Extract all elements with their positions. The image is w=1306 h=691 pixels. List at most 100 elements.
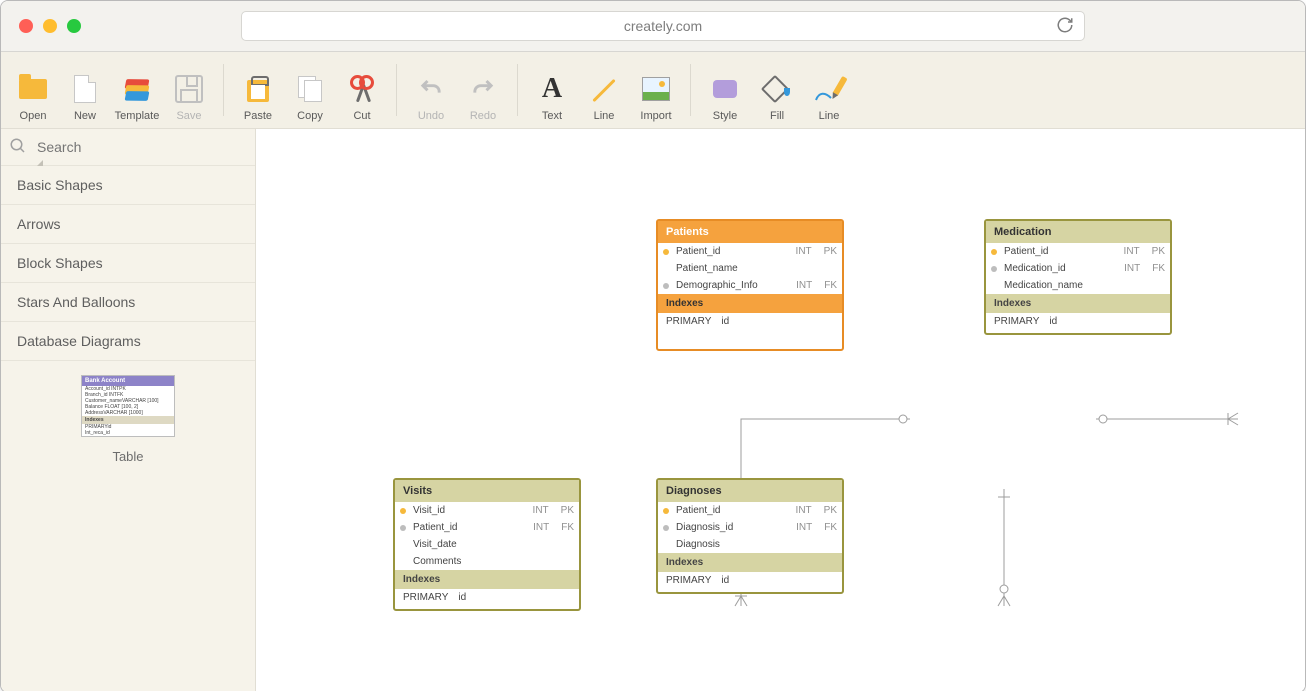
preview-title: Bank Account <box>82 376 174 386</box>
index-row: PRIMARYid <box>658 313 842 333</box>
redo-icon <box>468 74 498 104</box>
entity-title: Diagnoses <box>658 480 842 502</box>
toolbar-label: Redo <box>470 110 496 122</box>
search-bar <box>1 129 255 166</box>
key-icon <box>399 507 407 515</box>
entity-diagnoses[interactable]: DiagnosesPatient_idINTPKDiagnosis_idINTF… <box>656 478 844 594</box>
line-icon <box>589 74 619 104</box>
entity-column: Diagnosis_idINTFK <box>658 519 842 536</box>
sidebar-category[interactable]: Stars And Balloons <box>1 283 255 322</box>
url-text: creately.com <box>624 18 702 34</box>
save-button: Save <box>163 74 215 128</box>
copy-icon <box>295 74 325 104</box>
key-icon <box>990 265 998 273</box>
entity-patients[interactable]: PatientsPatient_idINTPKPatient_nameDemog… <box>656 219 844 351</box>
style-button[interactable]: Style <box>699 74 751 128</box>
paste-icon <box>243 74 273 104</box>
template-button[interactable]: Template <box>111 74 163 128</box>
key-icon <box>662 541 670 549</box>
maximize-window-icon[interactable] <box>67 19 81 33</box>
entity-column: Visit_idINTPK <box>395 502 579 519</box>
toolbar-label: New <box>74 110 96 122</box>
key-icon <box>662 524 670 532</box>
style-icon <box>710 74 740 104</box>
import-button[interactable]: Import <box>630 74 682 128</box>
toolbar-label: Save <box>176 110 201 122</box>
copy-button[interactable]: Copy <box>284 74 336 128</box>
redo-button: Redo <box>457 74 509 128</box>
sidebar-category[interactable]: Database Diagrams <box>1 322 255 361</box>
canvas[interactable]: PatientsPatient_idINTPKPatient_nameDemog… <box>256 129 1305 691</box>
entity-visits[interactable]: VisitsVisit_idINTPKPatient_idINTFKVisit_… <box>393 478 581 611</box>
key-icon <box>662 282 670 290</box>
entity-column: Comments <box>395 553 579 570</box>
indexes-header: Indexes <box>658 294 842 313</box>
table-shape-thumbnail[interactable]: Bank Account Account_id INTPKBranch_id I… <box>81 375 175 437</box>
import-icon <box>641 74 671 104</box>
entity-column: Patient_name <box>658 260 842 277</box>
toolbar-label: Paste <box>244 110 272 122</box>
key-icon <box>399 524 407 532</box>
minimize-window-icon[interactable] <box>43 19 57 33</box>
text-button[interactable]: A Text <box>526 74 578 128</box>
toolbar-label: Cut <box>353 110 370 122</box>
fill-button[interactable]: Fill <box>751 74 803 128</box>
entity-column: Visit_date <box>395 536 579 553</box>
open-icon <box>18 74 48 104</box>
new-button[interactable]: New <box>59 74 111 128</box>
search-icon <box>9 137 27 158</box>
close-window-icon[interactable] <box>19 19 33 33</box>
template-icon <box>122 74 152 104</box>
undo-button: Undo <box>405 74 457 128</box>
paste-button[interactable]: Paste <box>232 74 284 128</box>
toolbar-label: Undo <box>418 110 444 122</box>
shape-preview: Bank Account Account_id INTPKBranch_id I… <box>1 361 255 478</box>
key-icon <box>990 248 998 256</box>
entity-column: Medication_idINTFK <box>986 260 1170 277</box>
open-button[interactable]: Open <box>7 74 59 128</box>
preview-label: Table <box>112 449 143 464</box>
entity-column: Patient_idINTPK <box>658 243 842 260</box>
entity-title: Medication <box>986 221 1170 243</box>
index-row: PRIMARYid <box>395 589 579 609</box>
sidebar: Basic ShapesArrowsBlock ShapesStars And … <box>1 129 256 691</box>
key-icon <box>990 282 998 290</box>
entity-column: Medication_name <box>986 277 1170 294</box>
entity-title: Visits <box>395 480 579 502</box>
toolbar-label: Text <box>542 110 562 122</box>
indexes-header: Indexes <box>986 294 1170 313</box>
text-icon: A <box>537 74 567 104</box>
entity-title: Patients <box>658 221 842 243</box>
toolbar-label: Import <box>640 110 671 122</box>
cut-icon <box>347 74 377 104</box>
browser-chrome: creately.com <box>1 1 1305 52</box>
key-icon <box>399 558 407 566</box>
new-icon <box>70 74 100 104</box>
sidebar-category[interactable]: Block Shapes <box>1 244 255 283</box>
line2-icon <box>814 74 844 104</box>
toolbar-label: Line <box>594 110 615 122</box>
preview-index-row: Int_reca_id <box>82 430 174 436</box>
key-icon <box>399 541 407 549</box>
entity-column: Demographic_InfoINTFK <box>658 277 842 294</box>
address-bar[interactable]: creately.com <box>241 11 1085 41</box>
toolbar-label: Line <box>819 110 840 122</box>
cut-button[interactable]: Cut <box>336 74 388 128</box>
sidebar-category[interactable]: Basic Shapes <box>1 166 255 205</box>
toolbar-label: Style <box>713 110 737 122</box>
toolbar-label: Copy <box>297 110 323 122</box>
reload-icon[interactable] <box>1056 16 1074 37</box>
line-button[interactable]: Line <box>578 74 630 128</box>
index-row: PRIMARYid <box>986 313 1170 333</box>
indexes-header: Indexes <box>658 553 842 572</box>
toolbar-label: Fill <box>770 110 784 122</box>
toolbar-label: Open <box>20 110 47 122</box>
entity-column: Patient_idINTPK <box>986 243 1170 260</box>
search-input[interactable] <box>35 138 255 156</box>
sidebar-category[interactable]: Arrows <box>1 205 255 244</box>
line2-button[interactable]: Line <box>803 74 855 128</box>
key-icon <box>662 248 670 256</box>
entity-medication[interactable]: MedicationPatient_idINTPKMedication_idIN… <box>984 219 1172 335</box>
toolbar: Open New Template Save Paste Copy Cut Undo Redo A… <box>1 52 1305 129</box>
entity-column: Diagnosis <box>658 536 842 553</box>
